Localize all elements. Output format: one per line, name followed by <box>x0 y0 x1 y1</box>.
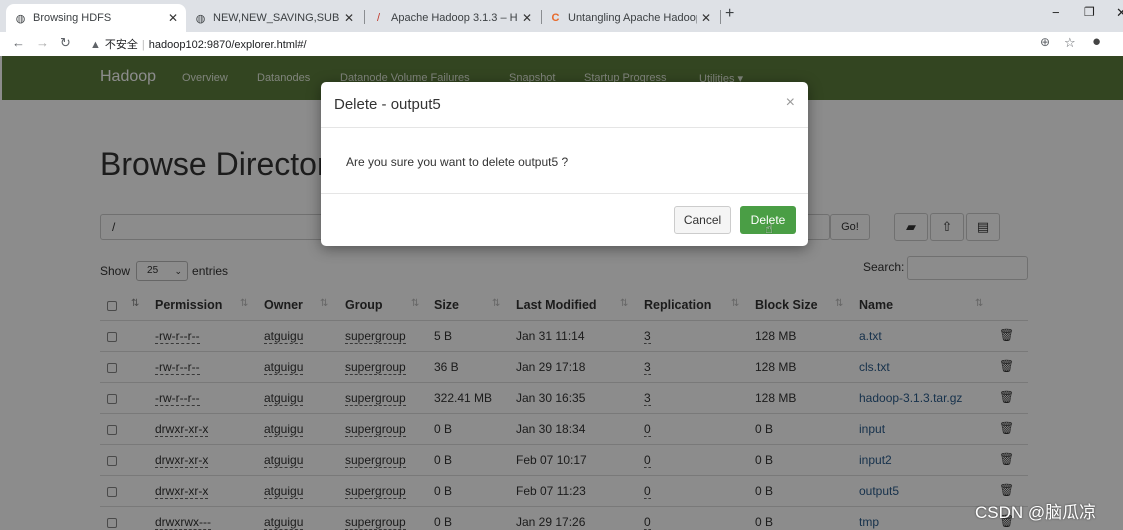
dialog-title: Delete - output5 <box>334 96 441 113</box>
tab-apache-hadoop[interactable]: / Apache Hadoop 3.1.3 – Hado ✕ <box>364 4 540 32</box>
tab-untangling-hadoop[interactable]: C Untangling Apache Hadoop Y ✕ <box>541 4 719 32</box>
profile-icon[interactable]: ● <box>1092 33 1101 50</box>
tab-title: Apache Hadoop 3.1.3 – Hado <box>391 12 518 24</box>
dialog-close-icon[interactable]: × <box>786 94 795 112</box>
hadoop-icon: / <box>376 12 381 24</box>
star-icon[interactable]: ☆ <box>1064 35 1076 51</box>
globe-icon: ◍ <box>195 12 206 25</box>
forward-icon[interactable]: → <box>36 35 49 50</box>
insecure-label: 不安全 <box>104 39 138 51</box>
hand-cursor-icon: ☝ <box>765 221 773 236</box>
tab-new-saving[interactable]: ◍ NEW,NEW_SAVING,SUBMITTE ✕ <box>186 4 362 32</box>
tab-title: NEW,NEW_SAVING,SUBMITTE <box>213 12 340 24</box>
restore-icon[interactable]: ❐ <box>1084 5 1095 19</box>
watermark: CSDN @脑瓜凉 <box>975 503 1097 522</box>
address-bar: ← → ↻ ▲ 不安全 | hadoop102:9870/explorer.html#… <box>0 32 1123 56</box>
tab-close-icon[interactable]: ✕ <box>168 11 178 25</box>
back-icon[interactable]: ← <box>12 35 25 50</box>
reload-icon[interactable]: ↻ <box>60 35 71 51</box>
url-field[interactable]: ▲ 不安全 | hadoop102:9870/explorer.html#/ <box>90 36 307 52</box>
tab-browsing-hdfs[interactable]: ◍ Browsing HDFS ✕ <box>6 4 186 32</box>
cancel-button[interactable]: Cancel <box>674 206 731 234</box>
tab-title: Untangling Apache Hadoop Y <box>568 12 697 24</box>
tab-title: Browsing HDFS <box>33 12 112 24</box>
globe-icon: ◍ <box>15 12 26 25</box>
url-text: hadoop102:9870/explorer.html#/ <box>148 39 307 51</box>
tab-close-icon[interactable]: ✕ <box>522 11 532 25</box>
close-window-icon[interactable]: ✕ <box>1116 5 1123 21</box>
tab-close-icon[interactable]: ✕ <box>344 11 354 25</box>
zoom-icon[interactable]: ⊕ <box>1040 35 1050 49</box>
dialog-message: Are you sure you want to delete output5 … <box>346 155 569 169</box>
dialog-footer-divider <box>321 193 808 194</box>
delete-dialog: Delete - output5 × Are you sure you want… <box>321 82 808 246</box>
url-divider: | <box>141 39 145 51</box>
tab-close-icon[interactable]: ✕ <box>701 11 711 25</box>
browser-tab-bar: ◍ Browsing HDFS ✕ ◍ NEW,NEW_SAVING,SUBMI… <box>0 0 1123 32</box>
tab-separator <box>720 10 721 24</box>
orange-c-icon: C <box>551 12 560 24</box>
warning-icon: ▲ <box>90 39 101 51</box>
dialog-header: Delete - output5 × <box>321 82 808 128</box>
new-tab-icon[interactable]: + <box>725 5 734 23</box>
minimize-icon[interactable]: − <box>1052 5 1060 20</box>
